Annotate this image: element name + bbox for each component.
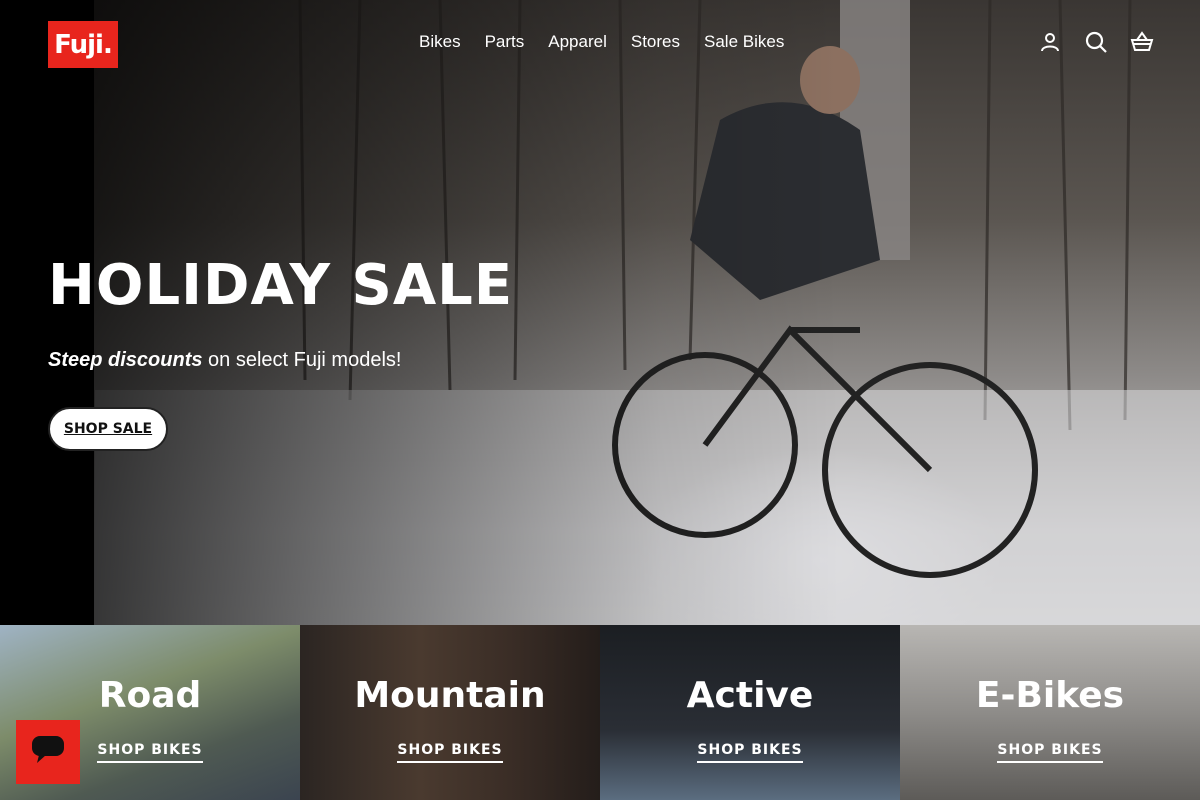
category-title: Active bbox=[686, 675, 814, 716]
category-title: Road bbox=[98, 675, 202, 716]
header-icons bbox=[1038, 30, 1154, 54]
category-tile-active[interactable]: Active SHOP BIKES bbox=[600, 625, 900, 800]
nav-stores[interactable]: Stores bbox=[631, 32, 680, 52]
hero-subheadline: Steep discounts on select Fuji models! bbox=[48, 349, 401, 372]
shop-bikes-link[interactable]: SHOP BIKES bbox=[97, 742, 203, 763]
shop-bikes-link[interactable]: SHOP BIKES bbox=[997, 742, 1103, 763]
nav-apparel[interactable]: Apparel bbox=[548, 32, 607, 52]
cart-basket-icon[interactable] bbox=[1130, 30, 1154, 54]
nav-sale-bikes[interactable]: Sale Bikes bbox=[704, 32, 784, 52]
category-tile-mountain[interactable]: Mountain SHOP BIKES bbox=[300, 625, 600, 800]
account-icon[interactable] bbox=[1038, 30, 1062, 54]
category-title: E-Bikes bbox=[975, 675, 1125, 716]
chat-icon bbox=[31, 735, 65, 769]
hero-sub-emphasis: Steep discounts bbox=[48, 349, 203, 371]
category-tile-e-bikes[interactable]: E-Bikes SHOP BIKES bbox=[900, 625, 1200, 800]
category-title: Mountain bbox=[354, 675, 546, 716]
nav-bikes[interactable]: Bikes bbox=[419, 32, 461, 52]
search-icon[interactable] bbox=[1084, 30, 1108, 54]
shop-bikes-link[interactable]: SHOP BIKES bbox=[397, 742, 503, 763]
nav-parts[interactable]: Parts bbox=[485, 32, 525, 52]
main-nav: Bikes Parts Apparel Stores Sale Bikes bbox=[419, 32, 784, 52]
shop-sale-button[interactable]: SHOP SALE bbox=[48, 407, 168, 451]
category-tiles: Road SHOP BIKES Mountain SHOP BIKES Acti… bbox=[0, 625, 1200, 800]
hero-sub-text: on select Fuji models! bbox=[202, 349, 402, 371]
fuji-logo[interactable]: Fuji. bbox=[48, 21, 118, 68]
chat-widget-button[interactable] bbox=[16, 720, 80, 784]
shop-bikes-link[interactable]: SHOP BIKES bbox=[697, 742, 803, 763]
hero-headline: HOLIDAY SALE bbox=[48, 253, 514, 318]
